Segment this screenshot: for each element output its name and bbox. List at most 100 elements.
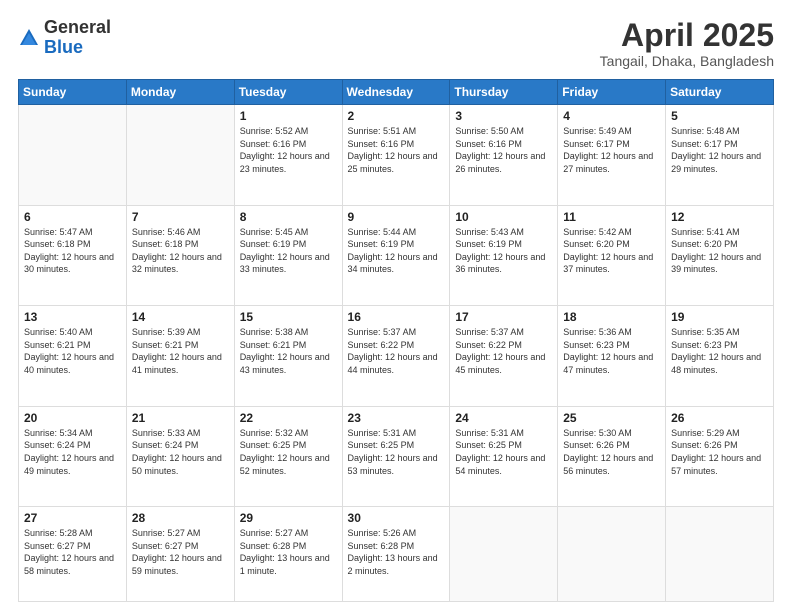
day-cell: [126, 105, 234, 206]
day-cell: 16 Sunrise: 5:37 AM Sunset: 6:22 PM Dayli…: [342, 306, 450, 407]
day-cell: 25 Sunrise: 5:30 AM Sunset: 6:26 PM Dayli…: [558, 406, 666, 507]
day-number: 25: [563, 411, 660, 425]
day-cell: 18 Sunrise: 5:36 AM Sunset: 6:23 PM Dayli…: [558, 306, 666, 407]
day-info: Sunrise: 5:50 AM Sunset: 6:16 PM Dayligh…: [455, 125, 552, 175]
day-cell: 9Sunrise: 5:44 AM Sunset: 6:19 PM Daylig…: [342, 205, 450, 306]
day-cell: 12 Sunrise: 5:41 AM Sunset: 6:20 PM Dayli…: [666, 205, 774, 306]
day-number: 24: [455, 411, 552, 425]
day-info: Sunrise: 5:49 AM Sunset: 6:17 PM Dayligh…: [563, 125, 660, 175]
day-number: 12: [671, 210, 768, 224]
day-info: Sunrise: 5:27 AM Sunset: 6:27 PM Dayligh…: [132, 527, 229, 577]
day-info: Sunrise: 5:36 AM Sunset: 6:23 PM Dayligh…: [563, 326, 660, 376]
day-number: 21: [132, 411, 229, 425]
day-info: Sunrise: 5:43 AM Sunset: 6:19 PM Dayligh…: [455, 226, 552, 276]
day-cell: [666, 507, 774, 602]
logo-text: General Blue: [44, 18, 111, 58]
day-info: Sunrise: 5:37 AM Sunset: 6:22 PM Dayligh…: [348, 326, 445, 376]
day-number: 16: [348, 310, 445, 324]
day-info: Sunrise: 5:37 AM Sunset: 6:22 PM Dayligh…: [455, 326, 552, 376]
day-number: 28: [132, 511, 229, 525]
day-cell: 30 Sunrise: 5:26 AM Sunset: 6:28 PM Dayli…: [342, 507, 450, 602]
day-number: 8: [240, 210, 337, 224]
day-number: 15: [240, 310, 337, 324]
day-cell: 17 Sunrise: 5:37 AM Sunset: 6:22 PM Dayli…: [450, 306, 558, 407]
day-cell: 8 Sunrise: 5:45 AM Sunset: 6:19 PM Daylig…: [234, 205, 342, 306]
day-cell: 5 Sunrise: 5:48 AM Sunset: 6:17 PM Daylig…: [666, 105, 774, 206]
day-cell: 20 Sunrise: 5:34 AM Sunset: 6:24 PM Dayli…: [19, 406, 127, 507]
day-info: Sunrise: 5:47 AM Sunset: 6:18 PM Dayligh…: [24, 226, 121, 276]
day-cell: 2 Sunrise: 5:51 AM Sunset: 6:16 PM Daylig…: [342, 105, 450, 206]
day-cell: 7Sunrise: 5:46 AM Sunset: 6:18 PM Daylig…: [126, 205, 234, 306]
day-info: Sunrise: 5:41 AM Sunset: 6:20 PM Dayligh…: [671, 226, 768, 276]
day-cell: 27 Sunrise: 5:28 AM Sunset: 6:27 PM Dayli…: [19, 507, 127, 602]
day-cell: 26Sunrise: 5:29 AM Sunset: 6:26 PM Dayli…: [666, 406, 774, 507]
weekday-header-sunday: Sunday: [19, 80, 127, 105]
day-cell: 19Sunrise: 5:35 AM Sunset: 6:23 PM Dayli…: [666, 306, 774, 407]
day-number: 3: [455, 109, 552, 123]
day-number: 4: [563, 109, 660, 123]
page: General Blue April 2025 Tangail, Dhaka, …: [0, 0, 792, 612]
logo: General Blue: [18, 18, 111, 58]
day-cell: 21Sunrise: 5:33 AM Sunset: 6:24 PM Dayli…: [126, 406, 234, 507]
day-cell: 1 Sunrise: 5:52 AM Sunset: 6:16 PM Daylig…: [234, 105, 342, 206]
day-number: 11: [563, 210, 660, 224]
logo-blue: Blue: [44, 38, 111, 58]
day-number: 5: [671, 109, 768, 123]
day-cell: 11 Sunrise: 5:42 AM Sunset: 6:20 PM Dayli…: [558, 205, 666, 306]
day-info: Sunrise: 5:35 AM Sunset: 6:23 PM Dayligh…: [671, 326, 768, 376]
day-cell: 22Sunrise: 5:32 AM Sunset: 6:25 PM Dayli…: [234, 406, 342, 507]
week-row-5: 27 Sunrise: 5:28 AM Sunset: 6:27 PM Dayli…: [19, 507, 774, 602]
day-info: Sunrise: 5:39 AM Sunset: 6:21 PM Dayligh…: [132, 326, 229, 376]
day-cell: 29Sunrise: 5:27 AM Sunset: 6:28 PM Dayli…: [234, 507, 342, 602]
weekday-header-friday: Friday: [558, 80, 666, 105]
day-info: Sunrise: 5:29 AM Sunset: 6:26 PM Dayligh…: [671, 427, 768, 477]
day-number: 10: [455, 210, 552, 224]
day-number: 6: [24, 210, 121, 224]
day-number: 20: [24, 411, 121, 425]
weekday-header-thursday: Thursday: [450, 80, 558, 105]
day-number: 18: [563, 310, 660, 324]
day-info: Sunrise: 5:30 AM Sunset: 6:26 PM Dayligh…: [563, 427, 660, 477]
day-info: Sunrise: 5:42 AM Sunset: 6:20 PM Dayligh…: [563, 226, 660, 276]
day-cell: 10 Sunrise: 5:43 AM Sunset: 6:19 PM Dayli…: [450, 205, 558, 306]
day-info: Sunrise: 5:26 AM Sunset: 6:28 PM Dayligh…: [348, 527, 445, 577]
day-info: Sunrise: 5:51 AM Sunset: 6:16 PM Dayligh…: [348, 125, 445, 175]
day-info: Sunrise: 5:48 AM Sunset: 6:17 PM Dayligh…: [671, 125, 768, 175]
week-row-3: 13 Sunrise: 5:40 AM Sunset: 6:21 PM Dayli…: [19, 306, 774, 407]
day-cell: 4 Sunrise: 5:49 AM Sunset: 6:17 PM Daylig…: [558, 105, 666, 206]
logo-icon: [18, 27, 40, 49]
calendar-table: SundayMondayTuesdayWednesdayThursdayFrid…: [18, 79, 774, 602]
week-row-1: 1 Sunrise: 5:52 AM Sunset: 6:16 PM Daylig…: [19, 105, 774, 206]
day-number: 2: [348, 109, 445, 123]
day-info: Sunrise: 5:45 AM Sunset: 6:19 PM Dayligh…: [240, 226, 337, 276]
day-info: Sunrise: 5:38 AM Sunset: 6:21 PM Dayligh…: [240, 326, 337, 376]
calendar-subtitle: Tangail, Dhaka, Bangladesh: [600, 53, 774, 69]
weekday-header-monday: Monday: [126, 80, 234, 105]
day-number: 1: [240, 109, 337, 123]
day-cell: 23Sunrise: 5:31 AM Sunset: 6:25 PM Dayli…: [342, 406, 450, 507]
day-info: Sunrise: 5:28 AM Sunset: 6:27 PM Dayligh…: [24, 527, 121, 577]
week-row-2: 6 Sunrise: 5:47 AM Sunset: 6:18 PM Daylig…: [19, 205, 774, 306]
day-info: Sunrise: 5:32 AM Sunset: 6:25 PM Dayligh…: [240, 427, 337, 477]
day-info: Sunrise: 5:52 AM Sunset: 6:16 PM Dayligh…: [240, 125, 337, 175]
weekday-header-wednesday: Wednesday: [342, 80, 450, 105]
day-info: Sunrise: 5:40 AM Sunset: 6:21 PM Dayligh…: [24, 326, 121, 376]
day-cell: 6 Sunrise: 5:47 AM Sunset: 6:18 PM Daylig…: [19, 205, 127, 306]
day-number: 7: [132, 210, 229, 224]
week-row-4: 20 Sunrise: 5:34 AM Sunset: 6:24 PM Dayli…: [19, 406, 774, 507]
day-cell: 15 Sunrise: 5:38 AM Sunset: 6:21 PM Dayli…: [234, 306, 342, 407]
day-info: Sunrise: 5:34 AM Sunset: 6:24 PM Dayligh…: [24, 427, 121, 477]
logo-general: General: [44, 18, 111, 38]
calendar-title: April 2025: [600, 18, 774, 53]
day-number: 13: [24, 310, 121, 324]
header: General Blue April 2025 Tangail, Dhaka, …: [18, 18, 774, 69]
day-number: 14: [132, 310, 229, 324]
day-info: Sunrise: 5:27 AM Sunset: 6:28 PM Dayligh…: [240, 527, 337, 577]
weekday-header-row: SundayMondayTuesdayWednesdayThursdayFrid…: [19, 80, 774, 105]
day-number: 27: [24, 511, 121, 525]
day-cell: 13 Sunrise: 5:40 AM Sunset: 6:21 PM Dayli…: [19, 306, 127, 407]
day-cell: [558, 507, 666, 602]
weekday-header-tuesday: Tuesday: [234, 80, 342, 105]
day-number: 30: [348, 511, 445, 525]
day-number: 17: [455, 310, 552, 324]
